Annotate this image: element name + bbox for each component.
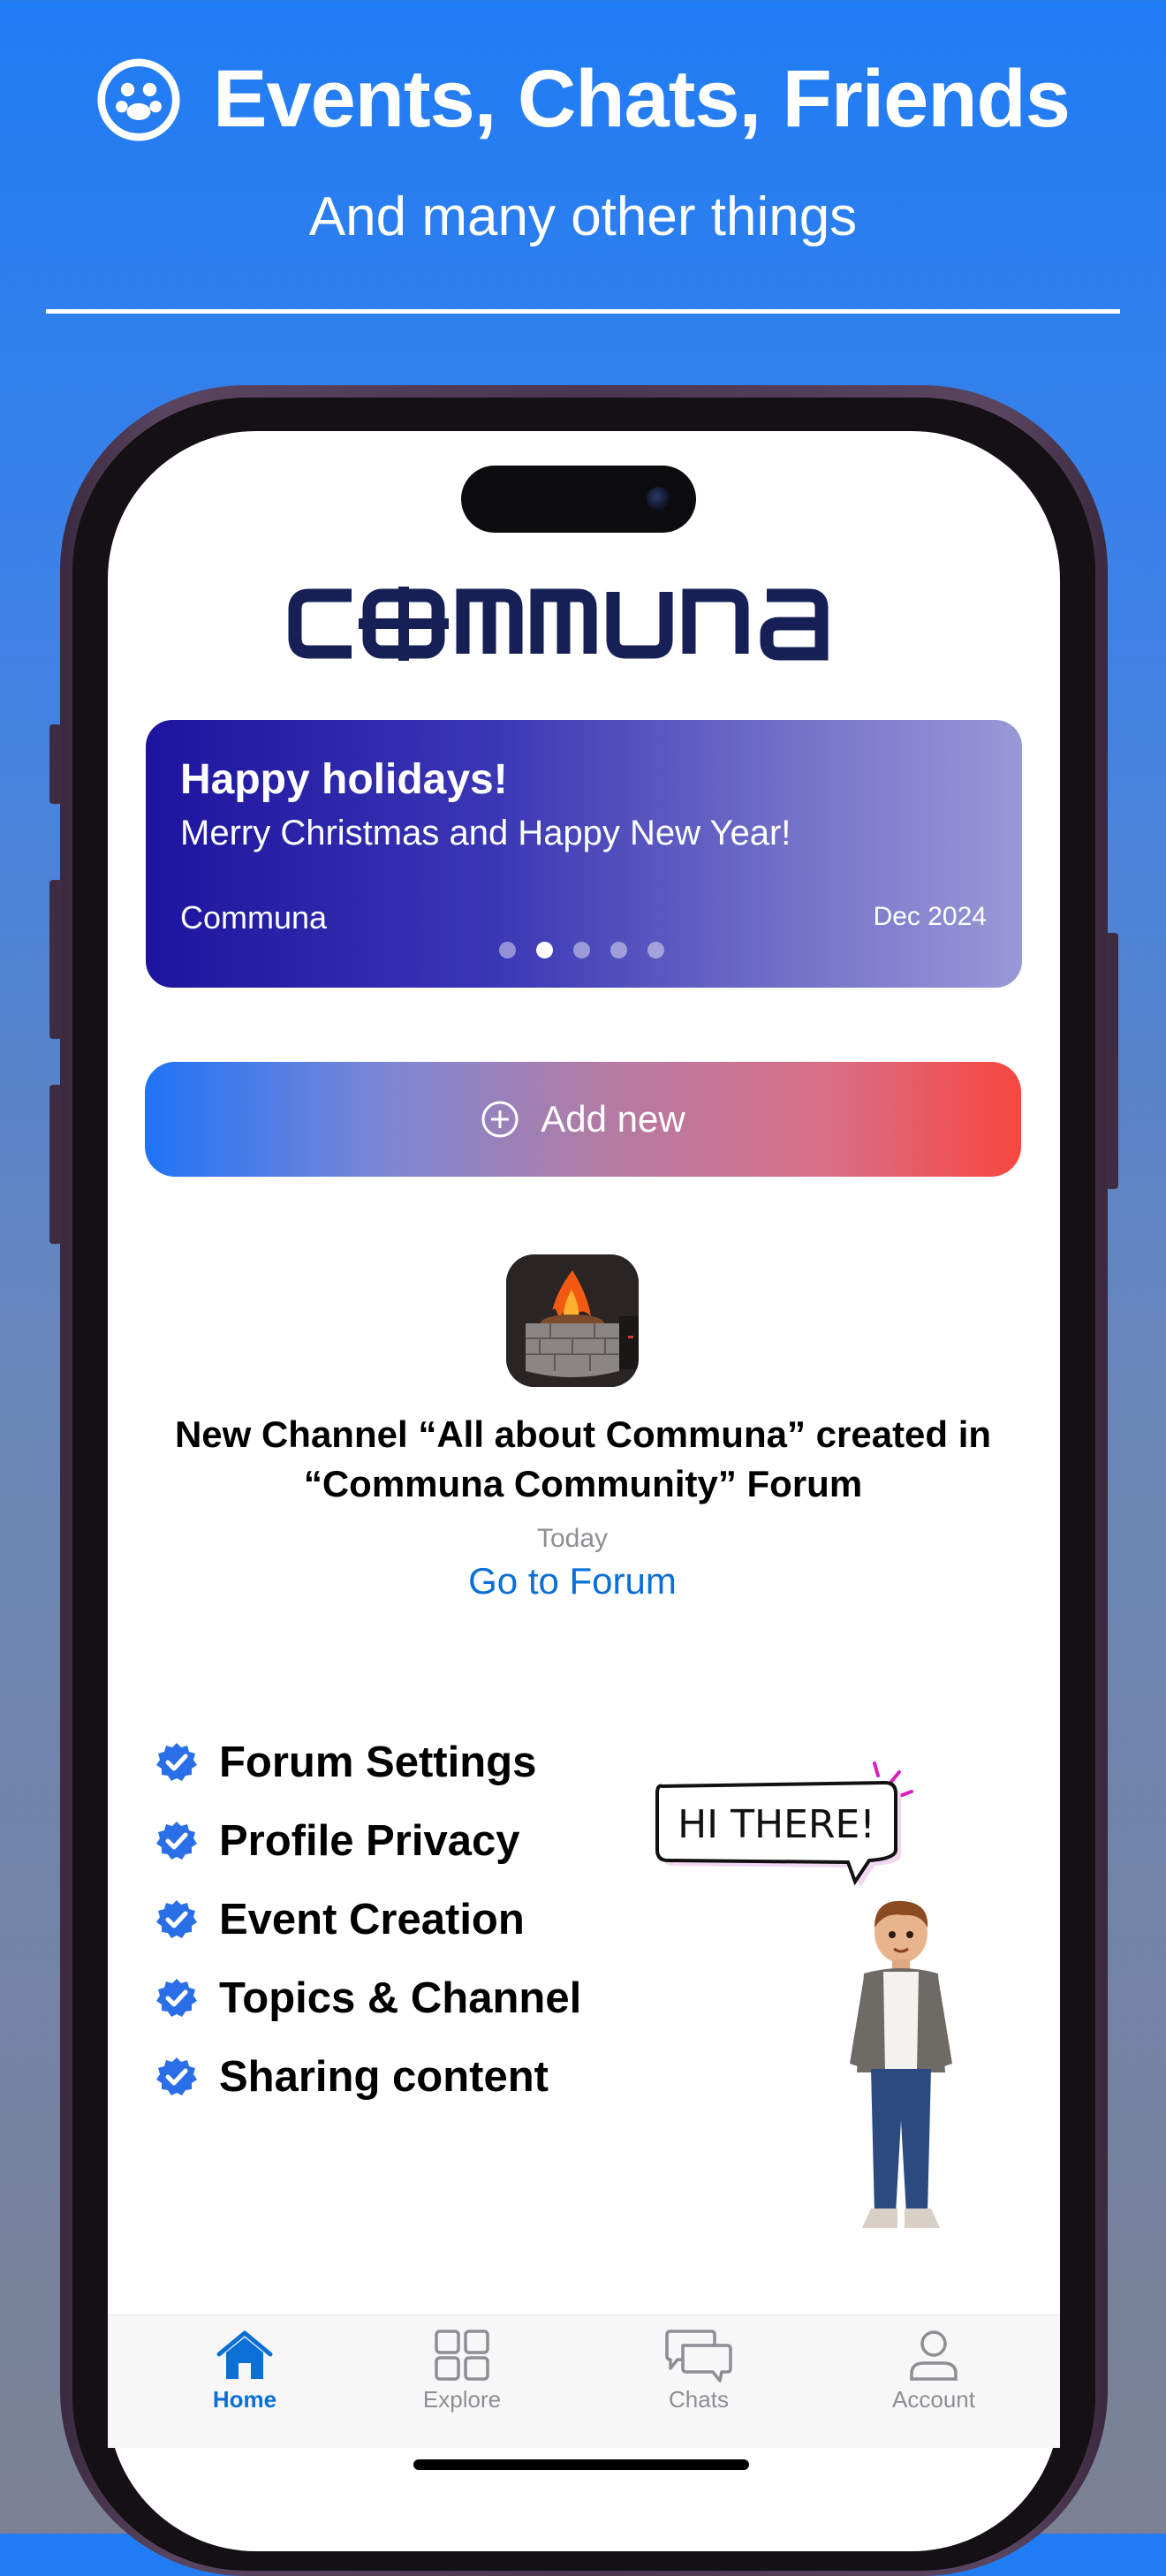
mascot-character <box>850 1900 952 2228</box>
feature-item: Topics & Channel <box>155 1959 581 2037</box>
person-icon <box>910 2330 958 2381</box>
feature-label: Profile Privacy <box>219 1816 520 1865</box>
add-new-button[interactable]: Add new <box>145 1062 1021 1177</box>
verified-check-icon <box>156 1978 197 2017</box>
phone-action-button <box>49 724 62 804</box>
page-dot[interactable] <box>610 942 627 958</box>
announcement-banner[interactable]: Happy holidays! Merry Christmas and Happ… <box>146 720 1022 988</box>
banner-title: Happy holidays! <box>180 756 508 803</box>
camera-icon <box>647 487 671 511</box>
verified-check-icon <box>156 1899 197 1938</box>
feature-item: Profile Privacy <box>155 1801 581 1880</box>
community-icon <box>97 57 180 141</box>
banner-date: Dec 2024 <box>873 902 987 931</box>
feed-item-time: Today <box>536 1524 609 1553</box>
feed-item-title: New Channel “All about Communa” created … <box>132 1410 1034 1509</box>
go-to-forum-link[interactable]: Go to Forum <box>0 1560 1145 1602</box>
tab-explore-label: Explore <box>422 2386 502 2413</box>
tab-home[interactable]: Home <box>156 2315 333 2413</box>
add-new-label: Add new <box>541 1098 685 1140</box>
banner-author: Communa <box>180 899 328 936</box>
grid-icon <box>435 2330 489 2381</box>
page-dot[interactable] <box>647 942 664 958</box>
feature-list: Forum Settings Profile Privacy Event Cre… <box>155 1723 581 2116</box>
fire-pit-image <box>506 1254 639 1387</box>
chat-bubbles-icon <box>665 2330 732 2383</box>
tab-explore[interactable]: Explore <box>374 2315 550 2413</box>
promo-headline: Events, Chats, Friends <box>0 53 1166 146</box>
tab-account[interactable]: Account <box>845 2315 1022 2413</box>
speech-bubble: HI THERE! <box>655 1762 913 1887</box>
page-indicator[interactable] <box>499 942 664 958</box>
banner-subtitle: Merry Christmas and Happy New Year! <box>180 814 791 852</box>
promo-divider <box>46 309 1120 314</box>
tab-home-label: Home <box>212 2386 277 2413</box>
page-dot[interactable] <box>499 942 516 958</box>
feature-label: Sharing content <box>219 2052 549 2101</box>
verified-check-icon <box>156 1821 197 1860</box>
feature-label: Forum Settings <box>219 1738 537 1786</box>
feed-title-line1: New Channel “All about Communa” created … <box>174 1413 992 1455</box>
feature-item: Sharing content <box>155 2037 581 2116</box>
phone-volume-up <box>49 880 62 1039</box>
page-dot[interactable] <box>573 942 590 958</box>
verified-check-icon <box>156 2057 197 2095</box>
page-dot-active[interactable] <box>536 942 553 958</box>
home-icon <box>216 2330 273 2379</box>
plus-circle-icon <box>481 1101 519 1138</box>
communa-logo: communa <box>288 587 829 661</box>
tab-chats[interactable]: Chats <box>610 2315 787 2413</box>
feed-title-line2: “Communa Community” Forum <box>303 1463 863 1504</box>
feature-label: Event Creation <box>219 1895 525 1943</box>
headline-text: Events, Chats, Friends <box>213 54 1071 144</box>
phone-volume-down <box>49 1085 62 1244</box>
home-indicator[interactable] <box>413 2459 749 2470</box>
dynamic-island <box>461 466 696 533</box>
tab-chats-label: Chats <box>669 2386 729 2413</box>
tab-bar: Home Explore Chats Account <box>108 2315 1060 2448</box>
speech-bubble-text: HI THERE! <box>678 1802 875 1847</box>
forum-thumbnail[interactable] <box>506 1254 639 1387</box>
phone-power-button <box>1106 933 1118 1189</box>
feature-item: Forum Settings <box>155 1723 581 1801</box>
promo-subline: And many other things <box>308 186 858 247</box>
verified-check-icon <box>156 1742 197 1781</box>
tab-account-label: Account <box>892 2386 975 2413</box>
feature-label: Topics & Channel <box>219 1974 582 2022</box>
feature-item: Event Creation <box>155 1880 581 1959</box>
